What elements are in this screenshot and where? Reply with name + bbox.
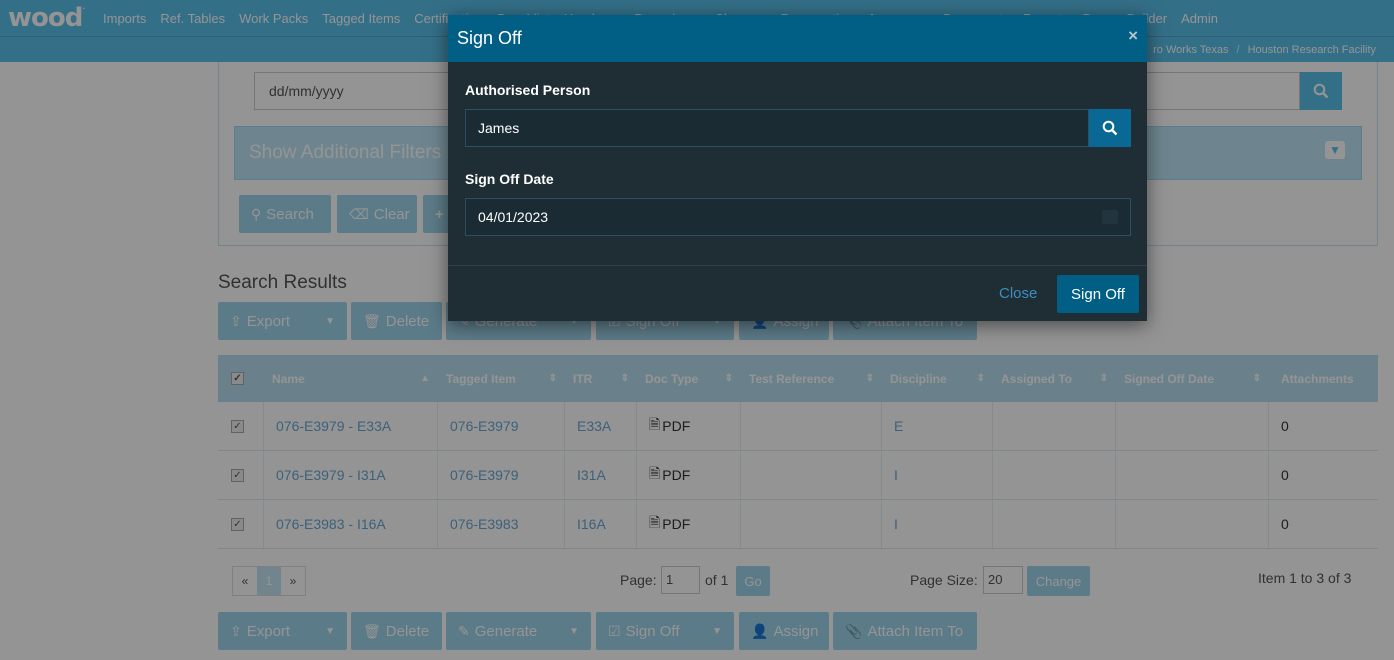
signoff-confirm-button[interactable]: Sign Off [1057, 275, 1139, 313]
signoff-date-label: Sign Off Date [465, 171, 554, 187]
authorised-person-label: Authorised Person [465, 82, 591, 98]
authorised-person-input[interactable]: James [465, 109, 1089, 147]
signoff-modal: Sign Off × Authorised Person James Sign … [448, 15, 1147, 321]
close-icon[interactable]: × [1128, 26, 1138, 46]
signoff-date-value: 04/01/2023 [478, 209, 549, 225]
authorised-person-search-button[interactable] [1089, 109, 1131, 147]
modal-body: Authorised Person James Sign Off Date 04… [448, 62, 1147, 266]
modal-footer: Close Sign Off [448, 266, 1147, 321]
close-button[interactable]: Close [999, 285, 1037, 302]
signoff-date-row: 04/01/2023 [465, 198, 1131, 236]
modal-header: Sign Off × [448, 15, 1147, 62]
modal-title: Sign Off [457, 28, 522, 48]
search-icon [1102, 120, 1118, 136]
signoff-date-input[interactable]: 04/01/2023 [465, 198, 1131, 236]
calendar-icon[interactable] [1102, 210, 1118, 224]
authorised-person-row: James [465, 109, 1131, 147]
